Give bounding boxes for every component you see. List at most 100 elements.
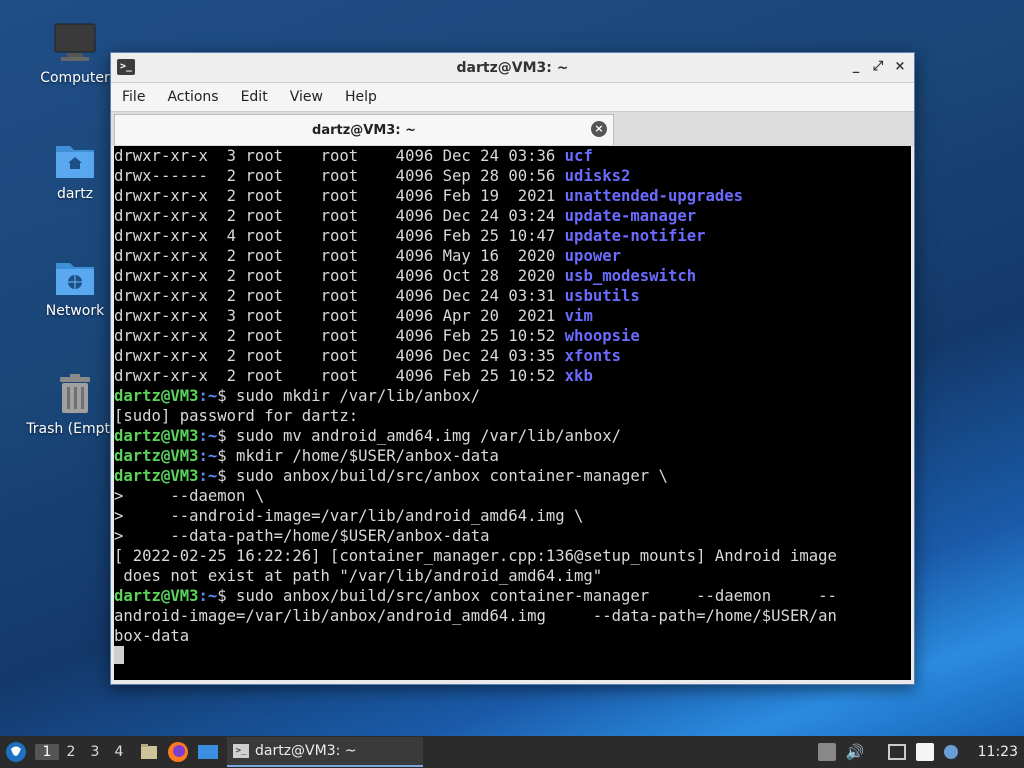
menu-file[interactable]: File bbox=[111, 89, 156, 105]
taskbar-item-terminal[interactable]: >_ dartz@VM3: ~ bbox=[227, 737, 423, 767]
output-line: does not exist at path "/var/lib/android… bbox=[114, 566, 911, 586]
show-desktop-icon[interactable] bbox=[197, 743, 219, 761]
listing-row: drwxr-xr-x 2 root root 4096 Feb 25 10:52… bbox=[114, 366, 911, 386]
output-text: box-data bbox=[114, 627, 190, 645]
start-menu-icon[interactable] bbox=[5, 741, 27, 763]
window-titlebar[interactable]: >_ dartz@VM3: ~ _ ⤢ × bbox=[111, 53, 914, 83]
command-text: sudo anbox/build/src/anbox container-man… bbox=[226, 587, 837, 605]
listing-perm: drwxr-xr-x bbox=[114, 327, 208, 345]
terminal-output[interactable]: drwxr-xr-x 3 root root 4096 Dec 24 03:36… bbox=[114, 146, 911, 680]
prompt-symbol: $ bbox=[217, 587, 227, 605]
listing-name: ucf bbox=[564, 147, 593, 165]
listing-group: root bbox=[283, 247, 359, 265]
listing-links: 2 bbox=[207, 287, 237, 305]
listing-date: Sep 28 00:56 bbox=[433, 167, 565, 185]
command-text: mkdir /home/$USER/anbox-data bbox=[226, 447, 499, 465]
listing-user: root bbox=[236, 247, 284, 265]
file-manager-icon[interactable] bbox=[139, 742, 159, 762]
update-tray-icon[interactable] bbox=[943, 745, 958, 759]
command-text: sudo mv android_amd64.img /var/lib/anbox… bbox=[226, 427, 621, 445]
terminal-cursor bbox=[114, 646, 124, 664]
output-text: > --data-path=/home/$USER/anbox-data bbox=[114, 527, 490, 545]
tab-terminal[interactable]: dartz@VM3: ~ × bbox=[114, 114, 614, 145]
prompt-user: dartz@VM3 bbox=[114, 467, 199, 485]
listing-perm: drwxr-xr-x bbox=[114, 267, 208, 285]
firefox-icon[interactable] bbox=[167, 741, 189, 763]
listing-links: 2 bbox=[207, 267, 237, 285]
listing-links: 2 bbox=[207, 207, 237, 225]
listing-name: udisks2 bbox=[564, 167, 631, 185]
prompt-symbol: $ bbox=[217, 447, 227, 465]
listing-row: drwxr-xr-x 2 root root 4096 Feb 19 2021 … bbox=[114, 186, 911, 206]
listing-row: drwxr-xr-x 2 root root 4096 Oct 28 2020 … bbox=[114, 266, 911, 286]
listing-group: root bbox=[283, 367, 359, 385]
command-line: dartz@VM3:~$ sudo mv android_amd64.img /… bbox=[114, 426, 911, 446]
listing-date: Feb 25 10:47 bbox=[433, 227, 565, 245]
clock[interactable]: 11:23 bbox=[978, 744, 1018, 760]
listing-group: root bbox=[283, 207, 359, 225]
listing-user: root bbox=[236, 347, 284, 365]
listing-perm: drwxr-xr-x bbox=[114, 287, 208, 305]
listing-size: 4096 bbox=[358, 207, 434, 225]
listing-links: 2 bbox=[207, 187, 237, 205]
listing-links: 2 bbox=[207, 247, 237, 265]
listing-row: drwxr-xr-x 2 root root 4096 Dec 24 03:24… bbox=[114, 206, 911, 226]
output-line: > --android-image=/var/lib/android_amd64… bbox=[114, 506, 911, 526]
menu-bar: File Actions Edit View Help bbox=[111, 83, 914, 111]
listing-row: drwxr-xr-x 3 root root 4096 Apr 20 2021 … bbox=[114, 306, 911, 326]
listing-group: root bbox=[283, 287, 359, 305]
desktop-icon-label: dartz bbox=[56, 186, 94, 202]
desktop-icon-label: Network bbox=[45, 303, 105, 319]
listing-date: Feb 25 10:52 bbox=[433, 367, 565, 385]
volume-icon[interactable]: 🔊 bbox=[846, 743, 865, 761]
menu-edit[interactable]: Edit bbox=[230, 89, 279, 105]
listing-group: root bbox=[283, 147, 359, 165]
listing-group: root bbox=[283, 267, 359, 285]
output-text: does not exist at path "/var/lib/android… bbox=[114, 567, 603, 585]
output-line: box-data bbox=[114, 626, 911, 646]
listing-perm: drwxr-xr-x bbox=[114, 307, 208, 325]
listing-row: drwxr-xr-x 3 root root 4096 Dec 24 03:36… bbox=[114, 146, 911, 166]
listing-date: Dec 24 03:31 bbox=[433, 287, 565, 305]
notes-tray-icon[interactable] bbox=[915, 743, 934, 761]
prompt-path: :~ bbox=[198, 427, 218, 445]
network-tray-icon[interactable] bbox=[887, 744, 906, 760]
prompt-user: dartz@VM3 bbox=[114, 587, 199, 605]
tab-close-icon[interactable]: × bbox=[591, 121, 607, 137]
taskbar-item-label: dartz@VM3: ~ bbox=[255, 743, 357, 759]
menu-help[interactable]: Help bbox=[334, 89, 388, 105]
listing-name: vim bbox=[564, 307, 593, 325]
close-button[interactable]: × bbox=[892, 59, 908, 75]
workspace-4[interactable]: 4 bbox=[107, 744, 131, 760]
minimize-button[interactable]: _ bbox=[848, 59, 864, 75]
listing-name: xfonts bbox=[564, 347, 622, 365]
listing-row: drwxr-xr-x 2 root root 4096 Dec 24 03:35… bbox=[114, 346, 911, 366]
listing-size: 4096 bbox=[358, 347, 434, 365]
menu-view[interactable]: View bbox=[279, 89, 334, 105]
listing-date: Dec 24 03:35 bbox=[433, 347, 565, 365]
output-line: android-image=/var/lib/anbox/android_amd… bbox=[114, 606, 911, 626]
listing-perm: drwxr-xr-x bbox=[114, 247, 208, 265]
output-text: > --android-image=/var/lib/android_amd64… bbox=[114, 507, 584, 525]
listing-user: root bbox=[236, 207, 284, 225]
listing-user: root bbox=[236, 327, 284, 345]
listing-row: drwxr-xr-x 2 root root 4096 Dec 24 03:31… bbox=[114, 286, 911, 306]
workspace-2[interactable]: 2 bbox=[59, 744, 83, 760]
listing-date: Oct 28 2020 bbox=[433, 267, 565, 285]
listing-perm: drwxr-xr-x bbox=[114, 367, 208, 385]
clipboard-tray-icon[interactable] bbox=[817, 743, 836, 761]
menu-actions[interactable]: Actions bbox=[156, 89, 229, 105]
workspace-3[interactable]: 3 bbox=[83, 744, 107, 760]
output-text: > --daemon \ bbox=[114, 487, 265, 505]
listing-group: root bbox=[283, 327, 359, 345]
listing-perm: drwxr-xr-x bbox=[114, 347, 208, 365]
listing-links: 2 bbox=[207, 367, 237, 385]
workspace-1[interactable]: 1 bbox=[35, 744, 59, 760]
listing-user: root bbox=[236, 187, 284, 205]
maximize-button[interactable]: ⤢ bbox=[870, 59, 886, 75]
terminal-window[interactable]: >_ dartz@VM3: ~ _ ⤢ × File Actions Edit … bbox=[110, 52, 915, 685]
listing-perm: drwxr-xr-x bbox=[114, 187, 208, 205]
listing-size: 4096 bbox=[358, 287, 434, 305]
terminal-app-icon: >_ bbox=[117, 59, 135, 75]
output-line: [sudo] password for dartz: bbox=[114, 406, 911, 426]
